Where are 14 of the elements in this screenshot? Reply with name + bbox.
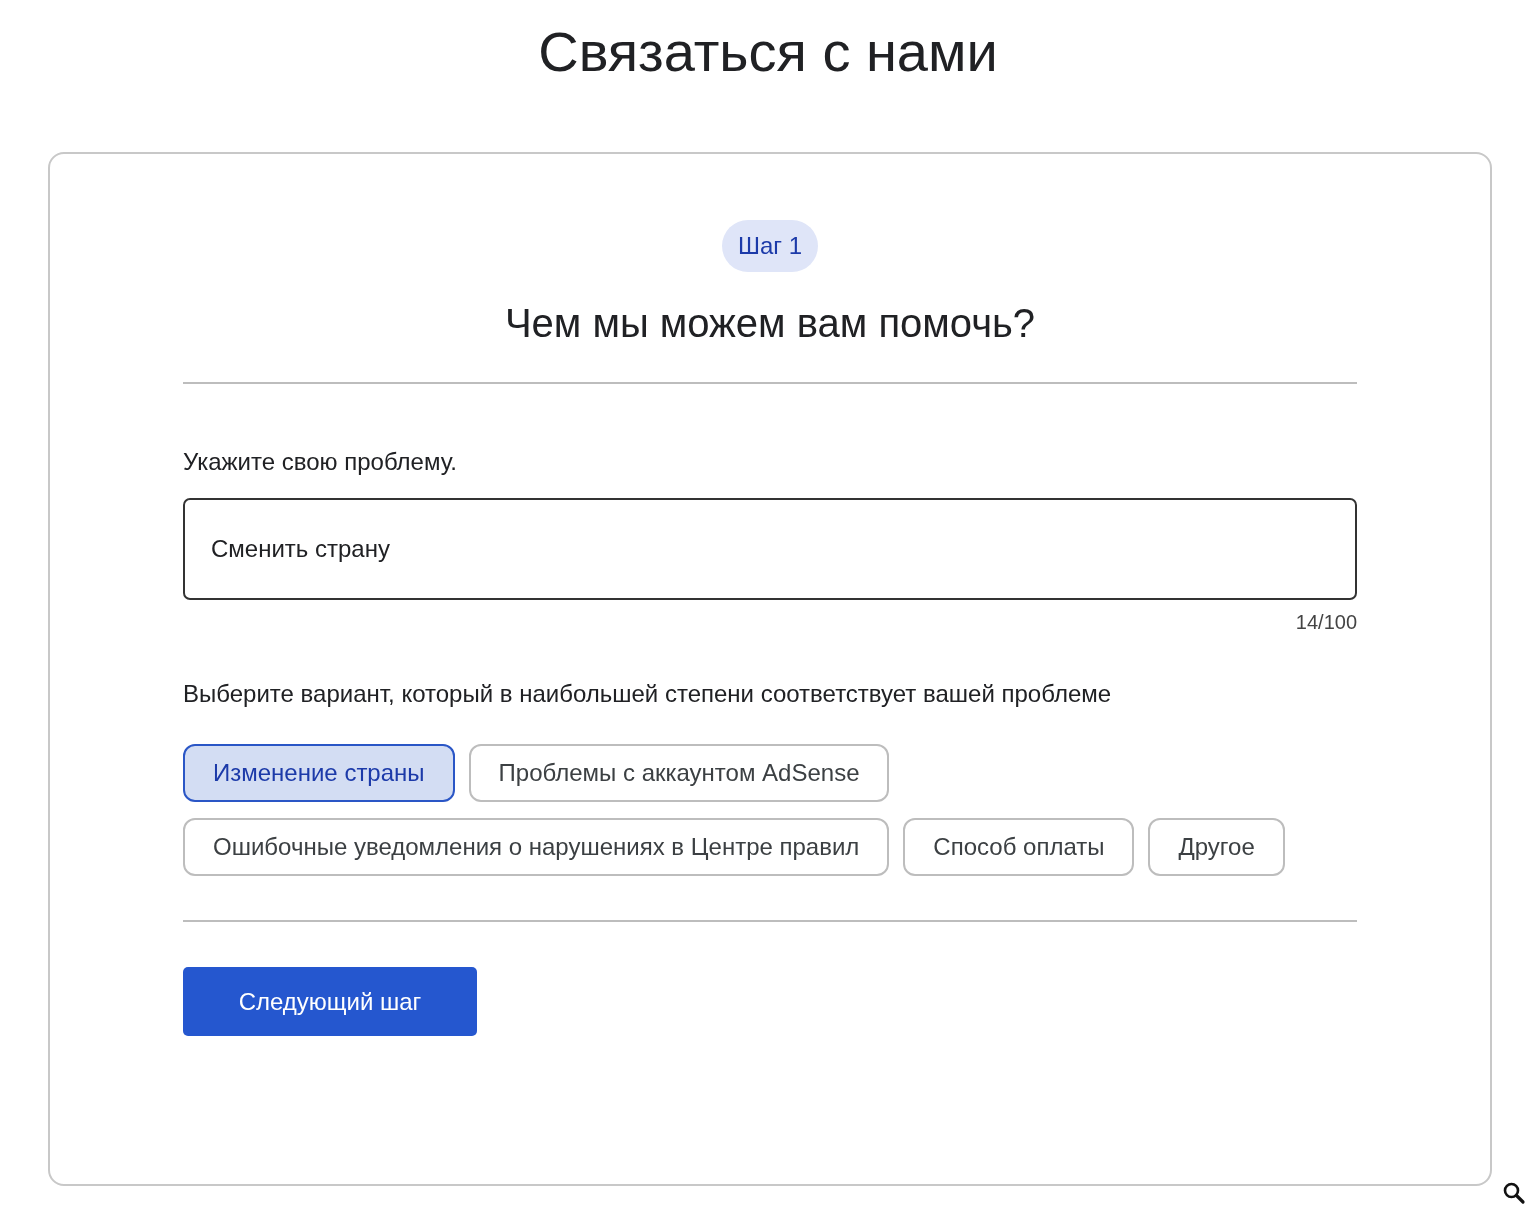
option-chip[interactable]: Другое	[1148, 818, 1285, 876]
page-title: Связаться с нами	[537, 19, 999, 85]
step-badge: Шаг 1	[721, 220, 819, 272]
search-icon[interactable]	[1502, 1181, 1526, 1205]
options-prompt: Выберите вариант, который в наибольшей степени соответствует вашей проблеме	[183, 679, 1113, 709]
character-counter: 14/100	[1295, 610, 1357, 635]
option-chip[interactable]: Изменение страны	[183, 744, 455, 802]
problem-input-field[interactable]: Сменить страну	[183, 498, 1357, 600]
option-chip[interactable]: Проблемы с аккаунтом AdSense	[468, 744, 890, 802]
field-label: Укажите свою проблему.	[183, 447, 458, 477]
step-heading: Чем мы можем вам помочь?	[503, 300, 1037, 347]
next-step-button[interactable]: Следующий шаг	[183, 967, 477, 1036]
option-chip[interactable]: Способ оплаты	[903, 818, 1135, 876]
option-chip[interactable]: Ошибочные уведомления о нарушениях в Центре правил	[183, 818, 890, 876]
